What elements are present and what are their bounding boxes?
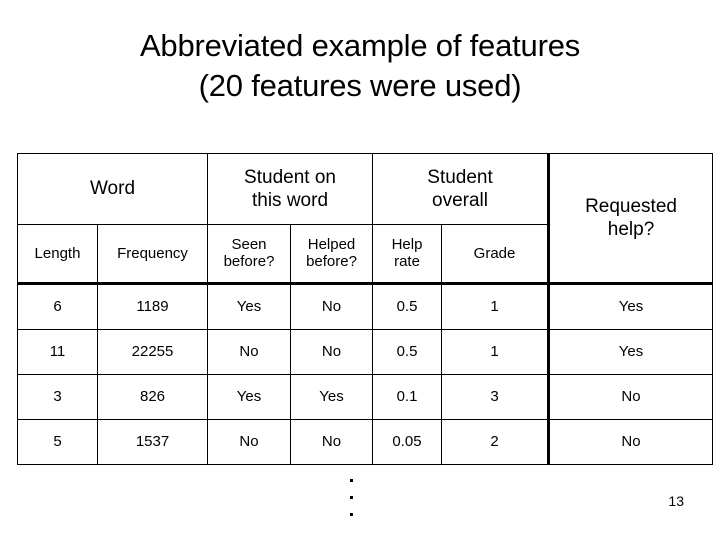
ellipsis-dot [350, 496, 353, 499]
slide-number: 13 [668, 493, 684, 509]
sub-header-help-rate-line-2: rate [394, 253, 420, 271]
group-header-student-overall: Student overall [372, 153, 550, 225]
group-header-requested-help: Requested help? [547, 153, 714, 285]
cell-help-rate: 0.1 [372, 374, 443, 420]
sub-header-helped-before-line-1: Helped [307, 236, 356, 254]
cell-helped-before: Yes [289, 374, 374, 420]
table-row: 6 1189 Yes No 0.5 1 Yes [17, 282, 714, 330]
sub-header-seen-before-line-2: before? [223, 253, 275, 271]
feature-table: Word Student on this word Student overal… [17, 153, 714, 465]
cell-length: 11 [17, 329, 98, 375]
vertical-ellipsis-icon [350, 476, 362, 532]
sub-header-grade-line-1: Grade [473, 244, 516, 262]
page-title: Abbreviated example of features (20 feat… [0, 26, 720, 106]
cell-frequency: 22255 [97, 329, 208, 375]
group-header-student-on-this-word: Student on this word [206, 153, 374, 225]
page-title-line-2: (20 features were used) [198, 68, 522, 103]
group-header-student-overall-line-2: overall [432, 189, 488, 211]
cell-seen-before: No [207, 329, 291, 375]
cell-requested-help: Yes [547, 329, 714, 375]
sub-header-seen-before: Seen before? [207, 223, 291, 286]
group-header-student-on-this-word-line-1: Student on [244, 166, 336, 188]
feature-table-body: 6 1189 Yes No 0.5 1 Yes 11 22255 No No 0… [17, 282, 714, 465]
cell-requested-help: No [547, 374, 714, 420]
cell-seen-before: Yes [207, 374, 291, 420]
group-header-student-overall-line-1: Student [427, 166, 493, 188]
sub-header-frequency-line-1: Frequency [117, 244, 188, 262]
sub-header-seen-before-line-1: Seen [231, 236, 267, 254]
cell-length: 5 [17, 419, 98, 465]
ellipsis-dot [350, 513, 353, 516]
group-header-requested-help-line-2: help? [607, 219, 655, 240]
slide-canvas: Abbreviated example of features (20 feat… [0, 0, 720, 540]
cell-grade: 3 [441, 374, 550, 420]
sub-header-helped-before-line-2: before? [306, 253, 357, 271]
group-header-student-on-this-word-line-2: this word [251, 189, 329, 211]
sub-header-grade: Grade [441, 223, 550, 286]
cell-seen-before: Yes [207, 282, 291, 330]
cell-grade: 1 [441, 329, 550, 375]
cell-help-rate: 0.5 [372, 329, 443, 375]
feature-table-container: Word Student on this word Student overal… [17, 153, 714, 465]
cell-helped-before: No [289, 329, 374, 375]
cell-frequency: 1537 [97, 419, 208, 465]
feature-table-head: Word Student on this word Student overal… [17, 153, 714, 286]
page-title-line-1: Abbreviated example of features [139, 28, 581, 63]
cell-length: 3 [17, 374, 98, 420]
ellipsis-dot [350, 479, 353, 482]
sub-header-length-line-1: Length [34, 244, 81, 262]
cell-help-rate: 0.05 [372, 419, 443, 465]
table-row: 11 22255 No No 0.5 1 Yes [17, 329, 714, 375]
cell-grade: 2 [441, 419, 550, 465]
sub-header-length: Length [17, 223, 98, 286]
cell-helped-before: No [289, 419, 374, 465]
table-row: 5 1537 No No 0.05 2 No [17, 419, 714, 465]
group-header-word-line-1: Word [89, 178, 136, 200]
cell-helped-before: No [289, 282, 374, 330]
group-header-requested-help-line-1: Requested [585, 196, 677, 217]
sub-header-helped-before: Helped before? [289, 223, 374, 286]
table-row: 3 826 Yes Yes 0.1 3 No [17, 374, 714, 420]
cell-help-rate: 0.5 [372, 282, 443, 330]
sub-header-help-rate: Help rate [372, 223, 443, 286]
table-group-header-row: Word Student on this word Student overal… [17, 153, 714, 285]
cell-frequency: 1189 [97, 282, 208, 330]
cell-requested-help: Yes [547, 282, 714, 330]
sub-header-help-rate-line-1: Help [391, 236, 423, 254]
cell-grade: 1 [441, 282, 550, 330]
cell-frequency: 826 [97, 374, 208, 420]
sub-header-frequency: Frequency [97, 223, 208, 286]
cell-seen-before: No [207, 419, 291, 465]
cell-length: 6 [17, 282, 98, 330]
cell-requested-help: No [547, 419, 714, 465]
group-header-word: Word [17, 153, 208, 225]
